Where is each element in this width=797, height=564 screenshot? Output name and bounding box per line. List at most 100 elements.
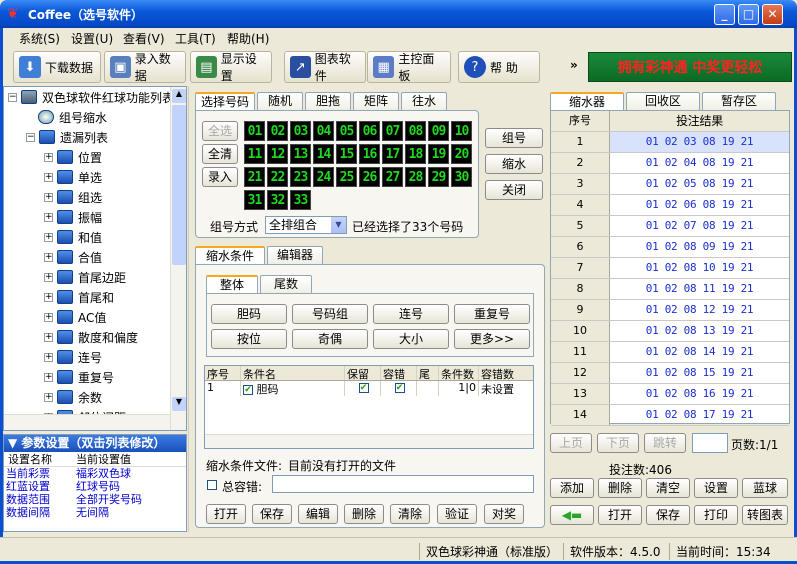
number-cell[interactable]: 13 — [290, 144, 311, 164]
open-file-button[interactable]: 打开 — [206, 504, 246, 524]
result-row[interactable]: 3 01 02 05 08 19 21 — [551, 174, 789, 195]
number-cell[interactable]: 27 — [382, 167, 403, 187]
col-tail[interactable]: 尾 — [417, 366, 439, 380]
verify-button[interactable]: 验证 — [437, 504, 477, 524]
save-results-button[interactable]: 保存 — [646, 505, 690, 525]
result-row[interactable]: 1 01 02 03 08 19 21 — [551, 132, 789, 153]
result-row[interactable]: 10 01 02 08 13 19 21 — [551, 321, 789, 342]
control-panel-button[interactable]: ▦ 主控面板 — [367, 51, 451, 83]
number-cell[interactable]: 05 — [336, 121, 357, 141]
group-button[interactable]: 组号 — [485, 128, 543, 148]
menu-view[interactable]: 查看(V) — [123, 30, 165, 47]
number-cell[interactable]: 23 — [290, 167, 311, 187]
number-cell[interactable]: 20 — [451, 144, 472, 164]
condition-consecutive-button[interactable]: 连号 — [373, 304, 449, 324]
jump-button[interactable]: 跳转 — [644, 433, 686, 453]
expand-icon[interactable]: + — [44, 212, 53, 222]
total-tolerance-input[interactable] — [272, 475, 534, 493]
tree-horizontal-scrollbar[interactable] — [4, 414, 170, 430]
number-cell[interactable]: 32 — [267, 190, 288, 210]
total-tolerance-checkbox[interactable] — [207, 480, 217, 490]
number-cell[interactable]: 24 — [313, 167, 334, 187]
chevron-down-icon[interactable]: ▼ — [331, 217, 346, 233]
save-file-button[interactable]: 保存 — [252, 504, 292, 524]
tree-item[interactable]: + 连号 — [4, 347, 186, 367]
number-cell[interactable]: 28 — [405, 167, 426, 187]
tab-temp[interactable]: 暂存区 — [702, 92, 776, 110]
clear-results-button[interactable]: 清空 — [646, 478, 690, 498]
keep-checkbox[interactable]: ✔ — [358, 383, 369, 393]
settings-button[interactable]: 设置 — [694, 478, 738, 498]
param-row[interactable]: 红蓝设置 红球号码 — [4, 480, 186, 493]
menu-system[interactable]: 系统(S) — [19, 30, 60, 47]
tab-tail[interactable]: 尾数 — [260, 275, 312, 293]
result-row[interactable]: 14 01 02 08 17 19 21 — [551, 405, 789, 426]
col-keep[interactable]: 保留 — [345, 366, 381, 380]
tab-water[interactable]: 往水 — [401, 92, 447, 110]
result-row[interactable]: 2 01 02 04 08 19 21 — [551, 153, 789, 174]
open-results-button[interactable]: 打开 — [598, 505, 642, 525]
condition-dan-button[interactable]: 胆码 — [211, 304, 287, 324]
expand-icon[interactable]: + — [44, 272, 53, 282]
expand-icon[interactable]: + — [44, 332, 53, 342]
result-row[interactable]: 13 01 02 08 16 19 21 — [551, 384, 789, 405]
number-cell[interactable]: 01 — [244, 121, 265, 141]
number-cell[interactable]: 06 — [359, 121, 380, 141]
number-cell[interactable]: 02 — [267, 121, 288, 141]
expand-icon[interactable]: + — [44, 232, 53, 242]
table-row[interactable]: 1 ✔ 胆码 ✔ ✔ 1|0 未设置 — [205, 381, 533, 396]
number-cell[interactable]: 25 — [336, 167, 357, 187]
tree-item[interactable]: + 单选 — [4, 167, 186, 187]
scroll-thumb[interactable] — [172, 105, 186, 265]
number-cell[interactable]: 14 — [313, 144, 334, 164]
add-button[interactable]: 添加 — [550, 478, 594, 498]
expand-icon[interactable]: + — [44, 172, 53, 182]
tolerance-checkbox[interactable]: ✔ — [394, 383, 405, 393]
entry-data-button[interactable]: ▣ 录入数据 — [104, 51, 186, 83]
tab-editor[interactable]: 编辑器 — [267, 246, 323, 264]
tree-item[interactable]: + 重复号 — [4, 367, 186, 387]
expand-icon[interactable]: + — [44, 312, 53, 322]
check-prize-button[interactable]: 对奖 — [484, 504, 524, 524]
number-cell[interactable]: 12 — [267, 144, 288, 164]
tree-item[interactable]: + 振幅 — [4, 207, 186, 227]
number-cell[interactable]: 33 — [290, 190, 311, 210]
tree-item[interactable]: + 余数 — [4, 387, 186, 407]
table-horizontal-scrollbar[interactable] — [205, 434, 533, 448]
number-cell[interactable]: 22 — [267, 167, 288, 187]
number-cell[interactable]: 17 — [382, 144, 403, 164]
next-page-button[interactable]: 下页 — [597, 433, 639, 453]
tree-item[interactable]: + 位置 — [4, 147, 186, 167]
tab-shrink-conditions[interactable]: 缩水条件 — [195, 246, 265, 265]
condition-odd-even-button[interactable]: 奇偶 — [292, 329, 368, 349]
number-cell[interactable]: 10 — [451, 121, 472, 141]
tab-recycle[interactable]: 回收区 — [626, 92, 700, 110]
shrink-button[interactable]: 缩水 — [485, 154, 543, 174]
expand-icon[interactable]: + — [44, 192, 53, 202]
expand-icon[interactable]: + — [44, 152, 53, 162]
splitter[interactable] — [188, 86, 193, 532]
tab-overall[interactable]: 整体 — [206, 275, 258, 294]
delete-button[interactable]: 删除 — [344, 504, 384, 524]
result-row[interactable]: 12 01 02 08 15 19 21 — [551, 363, 789, 384]
menu-help[interactable]: 帮助(H) — [227, 30, 269, 47]
print-button[interactable]: 打印 — [694, 505, 738, 525]
tab-select-numbers[interactable]: 选择号码 — [195, 92, 255, 111]
maximize-button[interactable]: □ — [738, 4, 759, 25]
result-row[interactable]: 4 01 02 06 08 19 21 — [551, 195, 789, 216]
col-no[interactable]: 序号 — [205, 366, 241, 380]
back-button[interactable]: ◀▬ — [550, 505, 594, 525]
download-data-button[interactable]: ⬇ 下载数据 — [13, 51, 101, 83]
expand-icon[interactable]: + — [44, 252, 53, 262]
param-header[interactable]: ▼ 参数设置（双击列表修改） — [4, 435, 186, 452]
collapse-icon[interactable]: − — [26, 132, 35, 142]
expand-icon[interactable]: + — [44, 292, 53, 302]
mode-select[interactable]: 全排组合 ▼ — [265, 216, 347, 234]
number-cell[interactable]: 04 — [313, 121, 334, 141]
number-cell[interactable]: 15 — [336, 144, 357, 164]
tab-dan-tuo[interactable]: 胆拖 — [305, 92, 351, 110]
tree-item-group[interactable]: 组号缩水 — [4, 107, 186, 127]
tree-item[interactable]: + AC值 — [4, 307, 186, 327]
menu-tools[interactable]: 工具(T) — [175, 30, 216, 47]
tree-item[interactable]: + 散度和偏度 — [4, 327, 186, 347]
